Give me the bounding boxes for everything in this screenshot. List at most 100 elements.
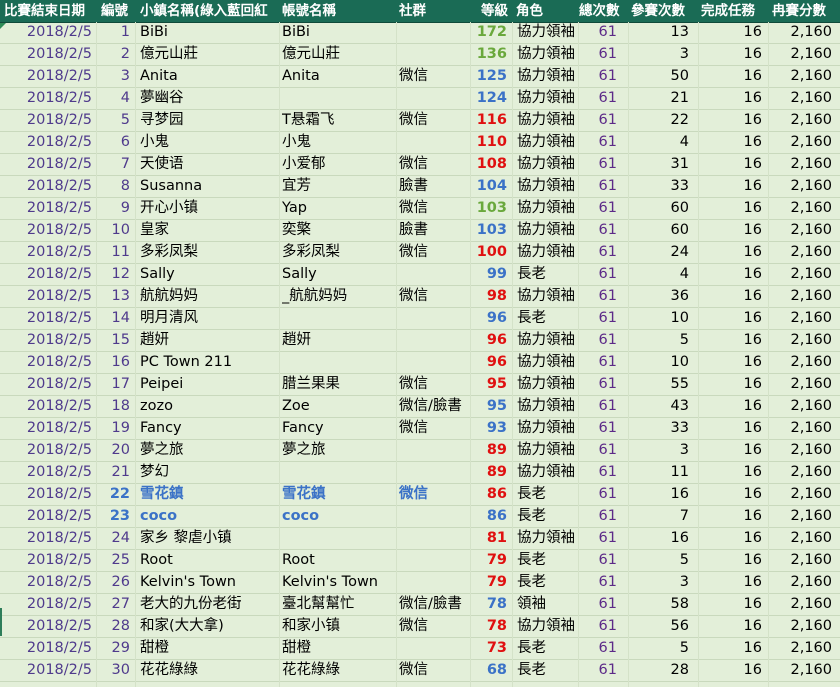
cell-tasks[interactable]: 16 — [700, 572, 762, 593]
cell-town[interactable]: Anita — [140, 66, 278, 87]
cell-no[interactable]: 3 — [98, 66, 130, 87]
header-tasks[interactable]: 完成任務 — [701, 0, 767, 22]
cell-account[interactable]: 甜橙 — [282, 638, 395, 659]
cell-tasks[interactable]: 16 — [700, 440, 762, 461]
cell-total[interactable]: 61 — [580, 264, 617, 285]
cell-date[interactable]: 2018/2/5 — [6, 66, 92, 87]
cell-participate[interactable]: 28 — [630, 660, 689, 681]
cell-date[interactable]: 2018/2/5 — [6, 22, 92, 43]
cell-role[interactable]: 協力領袖 — [517, 22, 577, 43]
header-account[interactable]: 帳號名稱 — [282, 0, 397, 22]
cell-total[interactable]: 61 — [580, 440, 617, 461]
cell-tasks[interactable]: 16 — [700, 396, 762, 417]
cell-participate[interactable]: 36 — [630, 286, 689, 307]
cell-no[interactable]: 30 — [98, 660, 130, 681]
cell-town[interactable]: 和家(大大拿) — [140, 616, 278, 637]
cell-participate[interactable]: 4 — [630, 264, 689, 285]
cell-participate[interactable]: 21 — [630, 88, 689, 109]
header-social[interactable]: 社群 — [399, 0, 469, 22]
cell-social[interactable]: 微信 — [399, 66, 469, 87]
cell-town[interactable]: 皇家 — [140, 220, 278, 241]
cell-town[interactable]: 梦幻 — [140, 462, 278, 483]
cell-participate[interactable]: 5 — [630, 638, 689, 659]
cell-date[interactable]: 2018/2/5 — [6, 330, 92, 351]
cell-tasks[interactable]: 16 — [700, 352, 762, 373]
cell-level[interactable]: 103 — [470, 220, 507, 241]
cell-participate[interactable]: 5 — [630, 550, 689, 571]
cell-total[interactable]: 61 — [580, 418, 617, 439]
cell-date[interactable]: 2018/2/5 — [6, 550, 92, 571]
cell-town[interactable]: 甜橙 — [140, 638, 278, 659]
cell-no[interactable]: 17 — [98, 374, 130, 395]
cell-level[interactable]: 110 — [470, 132, 507, 153]
cell-score[interactable]: 2,160 — [770, 22, 832, 43]
cell-tasks[interactable]: 16 — [700, 220, 762, 241]
cell-account[interactable]: 臺北幫幫忙 — [282, 594, 395, 615]
cell-level[interactable]: 86 — [470, 506, 507, 527]
cell-no[interactable]: 16 — [98, 352, 130, 373]
cell-tasks[interactable]: 16 — [700, 418, 762, 439]
cell-role[interactable]: 長老 — [517, 660, 577, 681]
cell-date[interactable]: 2018/2/5 — [6, 132, 92, 153]
cell-date[interactable]: 2018/2/5 — [6, 308, 92, 329]
cell-participate[interactable]: 10 — [630, 352, 689, 373]
cell-social[interactable]: 微信 — [399, 286, 469, 307]
cell-date[interactable]: 2018/2/5 — [6, 440, 92, 461]
cell-score[interactable]: 2,160 — [770, 506, 832, 527]
cell-score[interactable]: 2,160 — [770, 44, 832, 65]
cell-tasks[interactable]: 16 — [700, 550, 762, 571]
cell-role[interactable]: 協力領袖 — [517, 242, 577, 263]
cell-account[interactable]: 多彩凤梨 — [282, 242, 395, 263]
cell-account[interactable]: Root — [282, 550, 395, 571]
cell-tasks[interactable]: 16 — [700, 286, 762, 307]
header-role[interactable]: 角色 — [516, 0, 576, 22]
cell-participate[interactable]: 16 — [630, 484, 689, 505]
cell-town[interactable]: Susanna — [140, 176, 278, 197]
cell-no[interactable]: 25 — [98, 550, 130, 571]
cell-social[interactable]: 臉書 — [399, 220, 469, 241]
cell-role[interactable]: 協力領袖 — [517, 418, 577, 439]
cell-tasks[interactable]: 16 — [700, 132, 762, 153]
cell-social[interactable] — [399, 462, 469, 483]
cell-date[interactable]: 2018/2/5 — [6, 594, 92, 615]
cell-level[interactable]: 93 — [470, 418, 507, 439]
cell-no[interactable]: 14 — [98, 308, 130, 329]
cell-tasks[interactable]: 16 — [700, 660, 762, 681]
header-date[interactable]: 比賽結束日期 — [4, 0, 98, 22]
cell-role[interactable]: 協力領袖 — [517, 374, 577, 395]
cell-score[interactable]: 2,160 — [770, 352, 832, 373]
cell-town[interactable]: coco — [140, 506, 278, 527]
cell-no[interactable]: 9 — [98, 198, 130, 219]
cell-social[interactable]: 微信 — [399, 198, 469, 219]
cell-participate[interactable]: 56 — [630, 616, 689, 637]
cell-role[interactable]: 協力領袖 — [517, 88, 577, 109]
cell-no[interactable]: 5 — [98, 110, 130, 131]
cell-total[interactable]: 61 — [580, 330, 617, 351]
cell-social[interactable] — [399, 44, 469, 65]
cell-date[interactable]: 2018/2/5 — [6, 616, 92, 637]
cell-tasks[interactable]: 16 — [700, 308, 762, 329]
cell-role[interactable]: 協力領袖 — [517, 66, 577, 87]
cell-score[interactable]: 2,160 — [770, 396, 832, 417]
cell-account[interactable]: T悬霜飞 — [282, 110, 395, 131]
cell-account[interactable] — [282, 528, 395, 549]
cell-account[interactable]: Anita — [282, 66, 395, 87]
cell-role[interactable]: 長老 — [517, 572, 577, 593]
cell-participate[interactable]: 16 — [630, 528, 689, 549]
cell-role[interactable]: 協力領袖 — [517, 198, 577, 219]
cell-total[interactable]: 61 — [580, 528, 617, 549]
cell-participate[interactable]: 55 — [630, 374, 689, 395]
cell-account[interactable]: coco — [282, 506, 395, 527]
cell-role[interactable]: 長老 — [517, 308, 577, 329]
cell-tasks[interactable]: 16 — [700, 506, 762, 527]
cell-social[interactable]: 微信 — [399, 374, 469, 395]
cell-score[interactable]: 2,160 — [770, 374, 832, 395]
cell-score[interactable]: 2,160 — [770, 528, 832, 549]
cell-no[interactable]: 24 — [98, 528, 130, 549]
cell-score[interactable]: 2,160 — [770, 286, 832, 307]
cell-level[interactable]: 125 — [470, 66, 507, 87]
cell-participate[interactable]: 58 — [630, 594, 689, 615]
cell-account[interactable]: 趙妍 — [282, 330, 395, 351]
cell-total[interactable]: 61 — [580, 462, 617, 483]
cell-tasks[interactable]: 16 — [700, 242, 762, 263]
